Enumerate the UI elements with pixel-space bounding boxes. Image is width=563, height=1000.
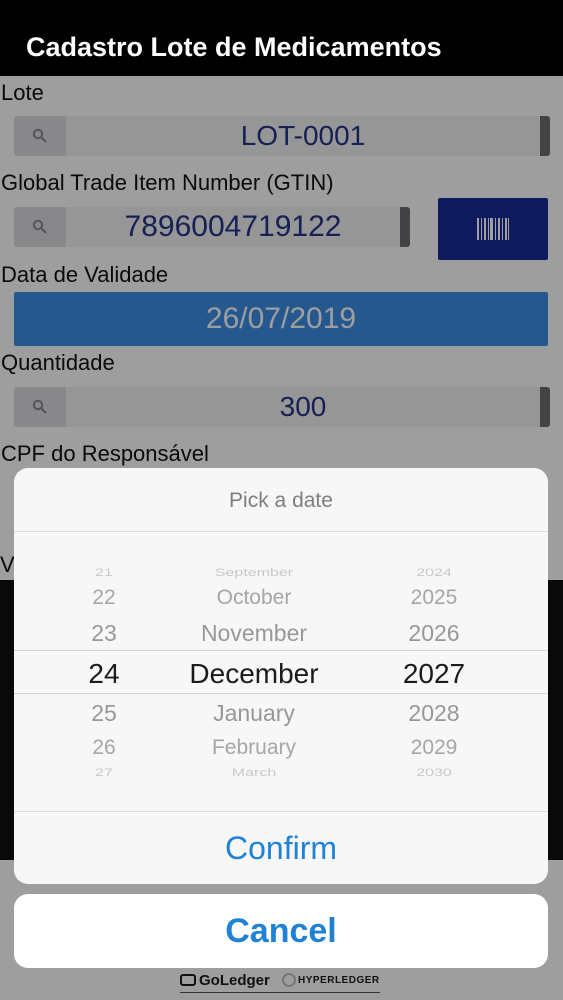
picker-year-option[interactable]: 2029 xyxy=(374,736,494,760)
hyperledger-logo xyxy=(282,973,296,987)
picker-month-option[interactable]: October xyxy=(164,586,344,610)
picker-day-option[interactable]: 27 xyxy=(74,767,134,780)
picker-month-option[interactable]: December xyxy=(164,658,344,690)
picker-year-option[interactable]: 2025 xyxy=(374,586,494,610)
picker-day-option[interactable]: 23 xyxy=(74,620,134,647)
picker-day-option[interactable]: 22 xyxy=(74,586,134,610)
confirm-button[interactable]: Confirm xyxy=(14,812,548,884)
picker-month-option[interactable]: September xyxy=(164,567,344,580)
picker-year-option[interactable]: 2026 xyxy=(374,620,494,647)
picker-year-option[interactable]: 2028 xyxy=(374,700,494,727)
footer-line xyxy=(180,992,380,993)
picker-month-option[interactable]: January xyxy=(164,700,344,727)
hyperledger-text: HYPERLEDGER xyxy=(298,975,380,986)
footer-logos: GoLedger HYPERLEDGER xyxy=(180,970,380,996)
picker-month-option[interactable]: November xyxy=(164,620,344,647)
picker-month-option[interactable]: March xyxy=(164,767,344,780)
picker-title: Pick a date xyxy=(14,468,548,532)
goledger-logo: GoLedger xyxy=(180,972,270,989)
page-title: Cadastro Lote de Medicamentos xyxy=(26,32,442,62)
picker-month-option[interactable]: February xyxy=(164,736,344,760)
picker-year-option[interactable]: 2030 xyxy=(374,767,494,780)
picker-year-option[interactable]: 2027 xyxy=(374,658,494,690)
picker-day-option[interactable]: 21 xyxy=(74,567,134,580)
picker-day-option[interactable]: 24 xyxy=(74,658,134,690)
picker-day-option[interactable]: 26 xyxy=(74,736,134,760)
date-picker-sheet: Pick a date 21 22 23 24 25 26 27 September Octob… xyxy=(14,468,548,884)
goledger-text: GoLedger xyxy=(199,972,270,989)
title-bar: Cadastro Lote de Medicamentos xyxy=(0,0,563,76)
picker-year-option[interactable]: 2024 xyxy=(374,567,494,580)
picker-day-option[interactable]: 25 xyxy=(74,700,134,727)
cancel-button[interactable]: Cancel xyxy=(14,894,548,968)
